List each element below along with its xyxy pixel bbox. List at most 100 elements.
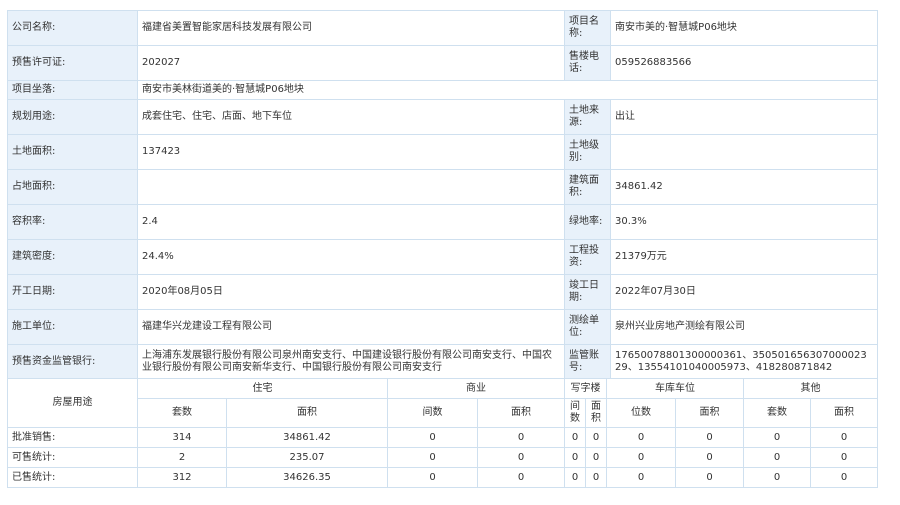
cell-value: 0 — [387, 427, 478, 448]
info-row: 容积率: 2.4 绿地率: 30.3% — [7, 204, 878, 240]
cell-value: 0 — [564, 447, 586, 468]
stats-row-available: 可售统计: 2 235.07 0 0 0 0 0 0 0 0 — [7, 447, 878, 468]
location-label: 项目坐落: — [7, 80, 138, 100]
finish-date-value: 2022年07月30日 — [610, 274, 878, 310]
cell-value: 0 — [743, 427, 811, 448]
sub-header-count: 套数 — [137, 398, 227, 428]
bank-label: 预售资金监管银行: — [7, 344, 138, 379]
sales-stats-table: 房屋用途 住宅 商业 写字楼 车库车位 其他 套数 面积 间数 面积 间数 面积… — [7, 378, 878, 488]
info-row: 规划用途: 成套住宅、住宅、店面、地下车位 土地来源: 出让 — [7, 99, 878, 135]
green-rate-value: 30.3% — [610, 204, 878, 240]
investment-label: 工程投资: — [564, 239, 611, 275]
cell-value: 0 — [743, 467, 811, 488]
builder-label: 施工单位: — [7, 309, 138, 345]
cell-value: 0 — [477, 427, 565, 448]
builder-value: 福建华兴龙建设工程有限公司 — [137, 309, 565, 345]
surveyor-label: 测绘单位: — [564, 309, 611, 345]
info-row: 建筑密度: 24.4% 工程投资: 21379万元 — [7, 239, 878, 275]
land-source-label: 土地来源: — [564, 99, 611, 135]
cell-value: 0 — [585, 447, 607, 468]
usage-value: 成套住宅、住宅、店面、地下车位 — [137, 99, 565, 135]
company-label: 公司名称: — [7, 10, 138, 46]
stats-row-approved: 批准销售: 314 34861.42 0 0 0 0 0 0 0 0 — [7, 427, 878, 448]
land-area-label: 土地面积: — [7, 134, 138, 170]
sub-header-rooms: 间数 — [387, 398, 478, 428]
cell-value: 0 — [675, 447, 744, 468]
cell-value: 0 — [387, 467, 478, 488]
building-area-value: 34861.42 — [610, 169, 878, 205]
bank-value: 上海浦东发展银行股份有限公司泉州南安支行、中国建设银行股份有限公司南安支行、中国… — [137, 344, 565, 379]
far-label: 容积率: — [7, 204, 138, 240]
cell-value: 0 — [810, 467, 878, 488]
cell-value: 0 — [477, 467, 565, 488]
company-value: 福建省美置智能家居科技发展有限公司 — [137, 10, 565, 46]
building-area-label: 建筑面积: — [564, 169, 611, 205]
finish-date-label: 竣工日期: — [564, 274, 611, 310]
account-label: 监管账号: — [564, 344, 611, 379]
cell-value: 0 — [477, 447, 565, 468]
phone-value: 059526883566 — [610, 45, 878, 81]
cell-value: 0 — [675, 427, 744, 448]
usage-label: 规划用途: — [7, 99, 138, 135]
info-row: 开工日期: 2020年08月05日 竣工日期: 2022年07月30日 — [7, 274, 878, 310]
cell-value: 0 — [810, 447, 878, 468]
project-label: 项目名称: — [564, 10, 611, 46]
cell-value: 235.07 — [226, 447, 388, 468]
info-row: 施工单位: 福建华兴龙建设工程有限公司 测绘单位: 泉州兴业房地产测绘有限公司 — [7, 309, 878, 345]
info-row: 公司名称: 福建省美置智能家居科技发展有限公司 项目名称: 南安市美的·智慧城P… — [7, 10, 878, 46]
land-grade-label: 土地级别: — [564, 134, 611, 170]
info-row: 土地面积: 137423 土地级别: — [7, 134, 878, 170]
group-residential: 住宅 — [137, 378, 388, 399]
land-area-value: 137423 — [137, 134, 565, 170]
start-date-label: 开工日期: — [7, 274, 138, 310]
density-label: 建筑密度: — [7, 239, 138, 275]
density-value: 24.4% — [137, 239, 565, 275]
group-parking: 车库车位 — [606, 378, 744, 399]
land-source-value: 出让 — [610, 99, 878, 135]
stats-group-header: 房屋用途 住宅 商业 写字楼 车库车位 其他 — [7, 378, 878, 428]
info-row: 占地面积: 建筑面积: 34861.42 — [7, 169, 878, 205]
group-office: 写字楼 — [564, 378, 607, 399]
row-label: 可售统计: — [7, 447, 138, 468]
group-commercial: 商业 — [387, 378, 565, 399]
green-rate-label: 绿地率: — [564, 204, 611, 240]
cell-value: 34861.42 — [226, 427, 388, 448]
occupied-area-label: 占地面积: — [7, 169, 138, 205]
group-other: 其他 — [743, 378, 878, 399]
stats-row-sold: 已售统计: 312 34626.35 0 0 0 0 0 0 0 0 — [7, 467, 878, 488]
row-label: 已售统计: — [7, 467, 138, 488]
cell-value: 0 — [743, 447, 811, 468]
location-value: 南安市美林街道美的·智慧城P06地块 — [137, 80, 878, 100]
cell-value: 0 — [675, 467, 744, 488]
sub-header-area: 面积 — [585, 398, 607, 428]
start-date-value: 2020年08月05日 — [137, 274, 565, 310]
project-info-table: 公司名称: 福建省美置智能家居科技发展有限公司 项目名称: 南安市美的·智慧城P… — [7, 10, 878, 379]
cell-value: 0 — [564, 467, 586, 488]
cell-value: 0 — [585, 467, 607, 488]
info-row: 预售资金监管银行: 上海浦东发展银行股份有限公司泉州南安支行、中国建设银行股份有… — [7, 344, 878, 379]
cell-value: 314 — [137, 427, 227, 448]
cell-value: 0 — [564, 427, 586, 448]
cell-value: 0 — [810, 427, 878, 448]
sub-header-spaces: 位数 — [606, 398, 676, 428]
phone-label: 售楼电话: — [564, 45, 611, 81]
sub-header-count: 套数 — [743, 398, 811, 428]
permit-value: 202027 — [137, 45, 565, 81]
house-use-label: 房屋用途 — [7, 378, 138, 428]
surveyor-value: 泉州兴业房地产测绘有限公司 — [610, 309, 878, 345]
cell-value: 0 — [606, 467, 676, 488]
sub-header-area: 面积 — [675, 398, 744, 428]
cell-value: 0 — [606, 427, 676, 448]
row-label: 批准销售: — [7, 427, 138, 448]
presale-info-panel: 公司名称: 福建省美置智能家居科技发展有限公司 项目名称: 南安市美的·智慧城P… — [7, 10, 878, 488]
sub-header-area: 面积 — [226, 398, 388, 428]
land-grade-value — [610, 134, 878, 170]
info-row: 项目坐落: 南安市美林街道美的·智慧城P06地块 — [7, 80, 878, 100]
cell-value: 0 — [606, 447, 676, 468]
sub-header-area: 面积 — [810, 398, 878, 428]
cell-value: 312 — [137, 467, 227, 488]
occupied-area-value — [137, 169, 565, 205]
cell-value: 0 — [387, 447, 478, 468]
permit-label: 预售许可证: — [7, 45, 138, 81]
cell-value: 34626.35 — [226, 467, 388, 488]
